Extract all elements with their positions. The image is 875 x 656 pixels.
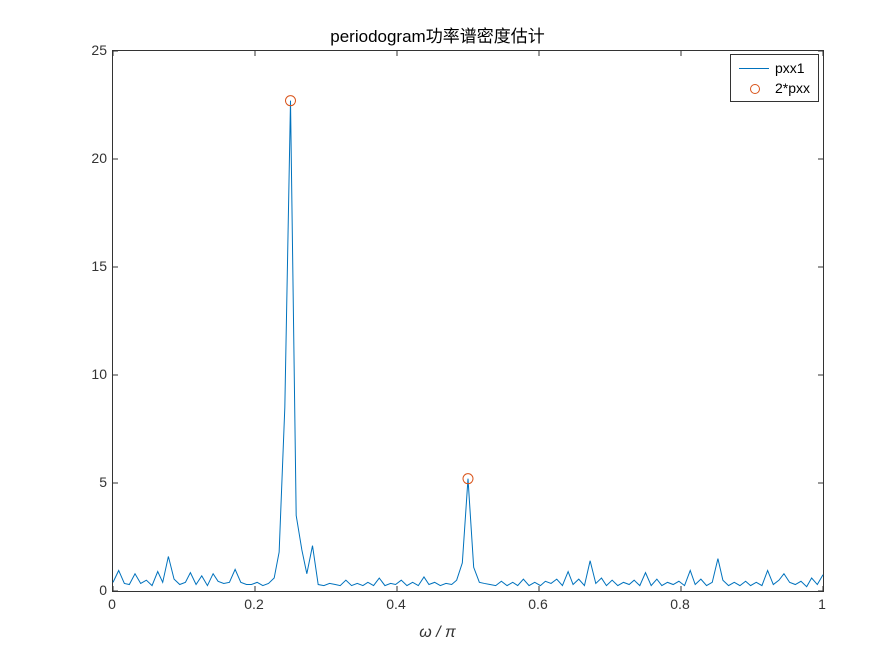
legend-label: 2*pxx	[775, 80, 810, 96]
x-tick-label: 0.4	[376, 596, 416, 612]
chart-title: periodogram功率谱密度估计	[0, 22, 875, 47]
plot-svg	[113, 51, 823, 591]
chart-container: periodogram功率谱密度估计 0510152025 00.20.40.6…	[0, 0, 875, 656]
x-tick-label: 0	[92, 596, 132, 612]
y-tick-label: 25	[47, 42, 107, 58]
x-tick-label: 0.6	[518, 596, 558, 612]
y-tick-label: 5	[47, 474, 107, 490]
plot-area	[112, 50, 824, 592]
line-series-pxx1	[113, 101, 823, 587]
legend-entry-pxx1: pxx1	[739, 58, 810, 78]
x-tick-label: 1	[802, 596, 842, 612]
legend-entry-2pxx: 2*pxx	[739, 78, 810, 98]
x-axis-label: ω / π	[0, 624, 875, 642]
x-tick-label: 0.8	[660, 596, 700, 612]
y-tick-label: 10	[47, 366, 107, 382]
legend-label: pxx1	[775, 60, 805, 76]
y-tick-label: 15	[47, 258, 107, 274]
legend: pxx1 2*pxx	[730, 54, 819, 102]
x-tick-label: 0.2	[234, 596, 274, 612]
y-tick-label: 20	[47, 150, 107, 166]
legend-line-icon	[739, 61, 769, 75]
legend-circle-icon	[739, 81, 769, 95]
